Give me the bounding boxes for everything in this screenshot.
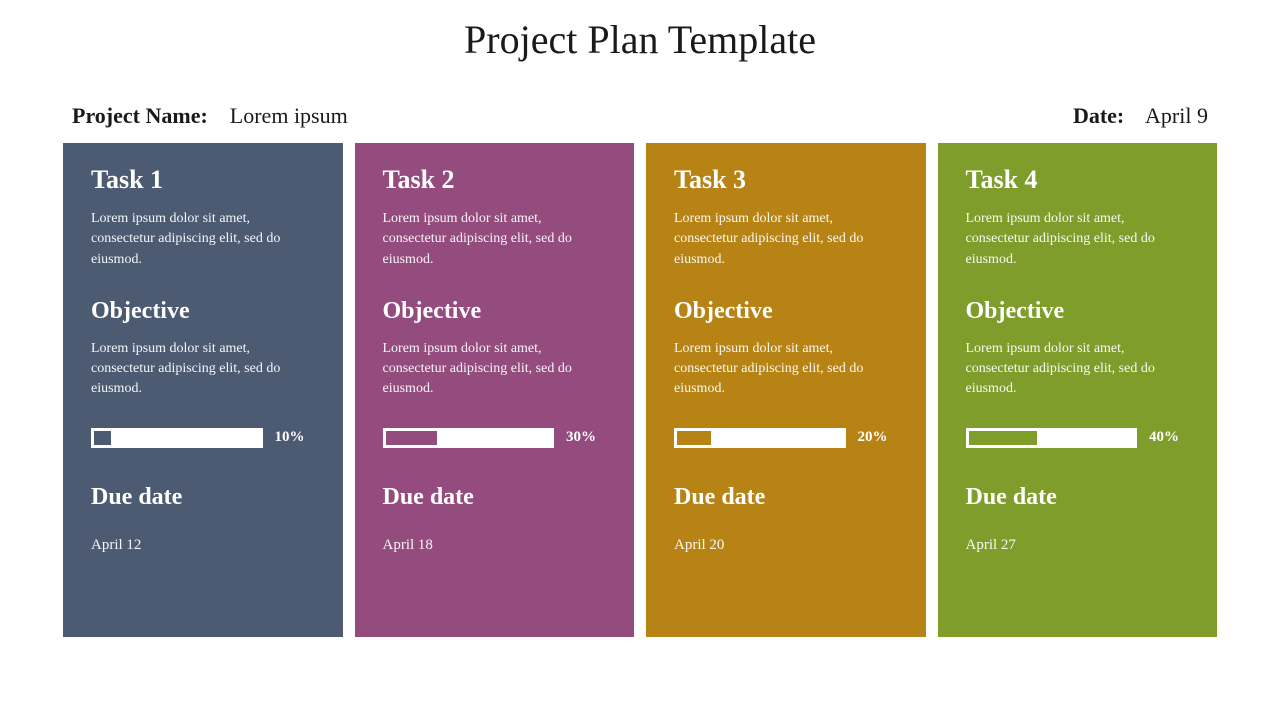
progress-percent: 40% [1149,429,1189,446]
progress-row: 10% [91,428,315,448]
due-date-label: Due date [674,484,898,511]
progress-percent: 30% [566,429,606,446]
task-cards: Task 1 Lorem ipsum dolor sit amet, conse… [0,143,1280,637]
progress-fill [386,431,437,445]
task-card-1: Task 1 Lorem ipsum dolor sit amet, conse… [63,143,343,637]
progress-bar [383,428,555,448]
date: Date: April 9 [1073,103,1208,129]
progress-fill [94,431,111,445]
task-description: Lorem ipsum dolor sit amet, consectetur … [91,209,315,270]
objective-label: Objective [91,298,315,325]
date-value: April 9 [1145,103,1208,128]
due-date-value: April 18 [383,537,607,554]
slide-title: Project Plan Template [0,0,1280,103]
progress-row: 30% [383,428,607,448]
project-name-label: Project Name: [72,103,208,128]
objective-label: Objective [966,298,1190,325]
objective-text: Lorem ipsum dolor sit amet, consectetur … [383,339,607,400]
due-date-value: April 12 [91,537,315,554]
task-title: Task 3 [674,165,898,195]
progress-row: 20% [674,428,898,448]
progress-row: 40% [966,428,1190,448]
task-title: Task 4 [966,165,1190,195]
task-description: Lorem ipsum dolor sit amet, consectetur … [383,209,607,270]
progress-percent: 10% [275,429,315,446]
progress-fill [677,431,711,445]
meta-row: Project Name: Lorem ipsum Date: April 9 [0,103,1280,143]
task-card-2: Task 2 Lorem ipsum dolor sit amet, conse… [355,143,635,637]
task-title: Task 1 [91,165,315,195]
progress-bar [674,428,846,448]
objective-text: Lorem ipsum dolor sit amet, consectetur … [674,339,898,400]
objective-label: Objective [674,298,898,325]
task-description: Lorem ipsum dolor sit amet, consectetur … [674,209,898,270]
due-date-value: April 27 [966,537,1190,554]
task-card-3: Task 3 Lorem ipsum dolor sit amet, conse… [646,143,926,637]
objective-label: Objective [383,298,607,325]
task-title: Task 2 [383,165,607,195]
progress-bar [91,428,263,448]
task-description: Lorem ipsum dolor sit amet, consectetur … [966,209,1190,270]
progress-percent: 20% [858,429,898,446]
due-date-label: Due date [383,484,607,511]
objective-text: Lorem ipsum dolor sit amet, consectetur … [966,339,1190,400]
progress-bar [966,428,1138,448]
due-date-value: April 20 [674,537,898,554]
objective-text: Lorem ipsum dolor sit amet, consectetur … [91,339,315,400]
date-label: Date: [1073,103,1124,128]
due-date-label: Due date [966,484,1190,511]
project-name: Project Name: Lorem ipsum [72,103,348,129]
progress-fill [969,431,1038,445]
task-card-4: Task 4 Lorem ipsum dolor sit amet, conse… [938,143,1218,637]
project-name-value: Lorem ipsum [230,103,348,128]
due-date-label: Due date [91,484,315,511]
